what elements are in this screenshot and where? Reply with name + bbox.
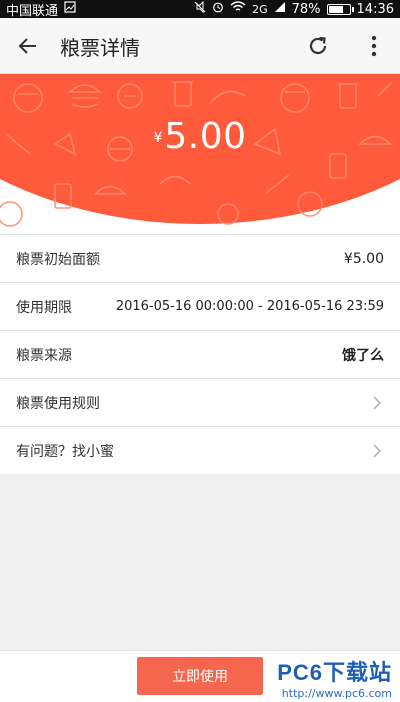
battery-icon xyxy=(326,3,354,15)
detail-row-initial-value: 粮票初始面额 ¥5.00 xyxy=(0,234,400,282)
currency-symbol: ¥ xyxy=(153,130,163,146)
refresh-icon xyxy=(309,36,327,55)
detail-value: 2016-05-16 00:00:00 - 2016-05-16 23:59 xyxy=(115,299,384,314)
alarm-icon xyxy=(212,1,224,17)
carrier-text: 中国联通 xyxy=(6,3,59,19)
amount-value: 5.00 xyxy=(164,116,247,157)
silent-icon xyxy=(194,0,206,17)
back-button[interactable] xyxy=(12,30,44,62)
detail-label: 粮票来源 xyxy=(16,347,72,364)
gallery-notification-icon xyxy=(64,1,76,17)
detail-label: 使用期限 xyxy=(16,299,72,316)
detail-row-validity: 使用期限 2016-05-16 00:00:00 - 2016-05-16 23… xyxy=(0,282,400,330)
more-options-button[interactable] xyxy=(358,30,390,62)
voucher-hero: ¥5.00 xyxy=(0,74,400,234)
watermark-brand: PC6下载站 xyxy=(277,660,392,685)
detail-row-usage-rules[interactable]: 粮票使用规则 xyxy=(0,378,400,426)
voucher-amount: ¥5.00 xyxy=(0,116,400,157)
network-type: 2G xyxy=(252,2,268,16)
detail-value: ¥5.00 xyxy=(343,250,384,267)
app-bar: 粮票详情 xyxy=(0,18,400,74)
chevron-right-icon xyxy=(370,396,384,410)
chevron-right-icon xyxy=(370,444,384,458)
detail-value: 饿了么 xyxy=(342,347,384,364)
detail-row-source: 粮票来源 饿了么 xyxy=(0,330,400,378)
signal-icon xyxy=(274,1,286,17)
more-vert-icon xyxy=(371,35,377,57)
arrow-left-icon xyxy=(18,38,36,54)
watermark: PC6下载站 http://www.pc6.com xyxy=(277,655,392,700)
detail-row-help[interactable]: 有问题？找小蜜 xyxy=(0,426,400,474)
page-title: 粮票详情 xyxy=(60,36,140,60)
detail-label: 有问题？找小蜜 xyxy=(16,443,114,460)
status-bar: 中国联通 2G 78% 14:36 xyxy=(0,0,400,19)
voucher-details-list: 粮票初始面额 ¥5.00 使用期限 2016-05-16 00:00:00 - … xyxy=(0,234,400,474)
clock: 14:36 xyxy=(356,1,394,17)
watermark-url: http://www.pc6.com xyxy=(281,687,392,700)
refresh-button[interactable] xyxy=(300,30,336,62)
detail-label: 粮票使用规则 xyxy=(16,395,100,412)
battery-percent: 78% xyxy=(291,1,321,17)
use-now-button[interactable]: 立即使用 xyxy=(137,657,263,695)
detail-label: 粮票初始面额 xyxy=(16,251,100,268)
wifi-icon xyxy=(230,1,246,17)
